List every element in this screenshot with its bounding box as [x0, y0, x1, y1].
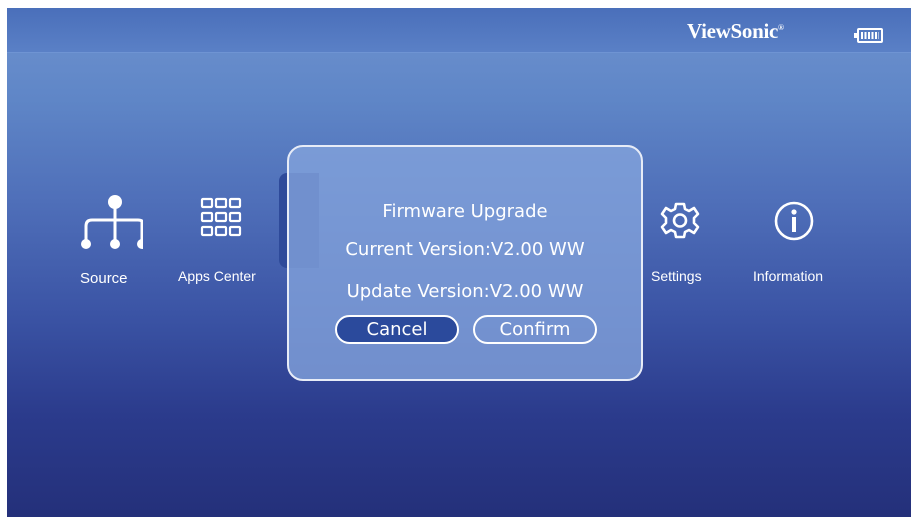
dialog-title: Firmware Upgrade [382, 201, 548, 222]
battery-full-icon [854, 28, 883, 43]
menu-item-label: Apps Center [178, 268, 256, 284]
menu-item-source[interactable]: Source [67, 188, 157, 293]
menu-item-label: Settings [651, 268, 702, 284]
current-version-text: Current Version:V2.00 WW [345, 239, 585, 260]
brand-logo: ViewSonic® [687, 19, 784, 43]
info-icon [774, 201, 814, 241]
menu-item-label: Source [80, 270, 128, 287]
menu-item-information[interactable]: Information [745, 188, 845, 293]
menu-item-settings[interactable]: Settings [643, 188, 723, 293]
cancel-button[interactable]: Cancel [335, 315, 459, 344]
menu-item-apps-center[interactable]: Apps Center [175, 188, 270, 293]
gear-icon [660, 202, 700, 239]
top-status-bar: ViewSonic® [7, 8, 911, 53]
update-version-text: Update Version:V2.00 WW [346, 281, 584, 302]
apps-grid-icon [200, 197, 242, 237]
menu-item-label: Information [753, 268, 824, 284]
source-tree-icon [81, 195, 143, 249]
confirm-button[interactable]: Confirm [473, 315, 597, 344]
firmware-upgrade-dialog: Firmware Upgrade Current Version:V2.00 W… [287, 145, 643, 381]
projector-home-screen: ViewSonic® Source Apps Center Settings I… [7, 8, 911, 517]
